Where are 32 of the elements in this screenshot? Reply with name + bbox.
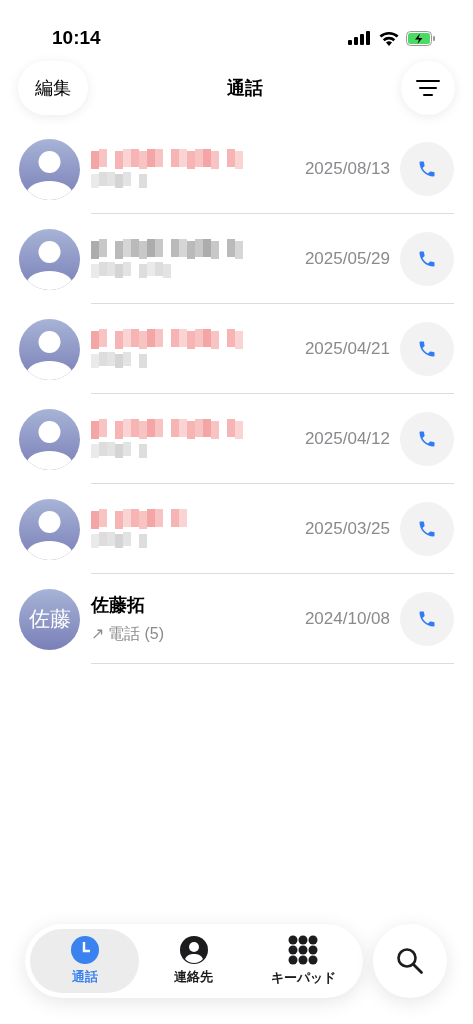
screen-title: 通話 — [226, 76, 263, 100]
tab[interactable]: キーパッド — [248, 929, 358, 993]
redacted-detail — [91, 172, 147, 188]
filter-icon — [416, 80, 440, 96]
redacted-detail — [91, 442, 147, 458]
redacted-detail — [91, 352, 147, 368]
avatar — [19, 498, 80, 560]
status-time: 10:14 — [52, 25, 101, 50]
avatar — [19, 408, 80, 470]
avatar: 佐藤 — [19, 588, 80, 650]
avatar — [19, 138, 80, 200]
call-date: 2024/10/08 — [304, 607, 390, 630]
search-icon — [396, 947, 424, 975]
battery-icon — [406, 30, 436, 46]
redacted-detail — [91, 532, 147, 548]
person-icon — [180, 935, 208, 964]
outgoing-arrow: ↗ — [91, 623, 104, 644]
tab[interactable]: 連絡先 — [139, 929, 249, 993]
contact-name: 佐藤拓 — [91, 593, 146, 617]
call-date: 2025/08/13 — [304, 157, 390, 180]
call-date: 2025/03/25 — [304, 517, 390, 540]
call-date: 2025/04/12 — [304, 427, 390, 450]
clock-icon — [70, 935, 99, 964]
signal-icon — [348, 31, 372, 45]
call-date: 2025/04/21 — [304, 337, 390, 360]
call-date: 2025/05/29 — [304, 247, 390, 270]
keypad-icon — [288, 934, 319, 965]
call-detail: 電話 (5) — [108, 623, 164, 644]
wifi-icon — [379, 30, 399, 46]
avatar — [19, 318, 80, 380]
edit-button[interactable]: 編集 — [18, 61, 88, 115]
avatar — [19, 228, 80, 290]
